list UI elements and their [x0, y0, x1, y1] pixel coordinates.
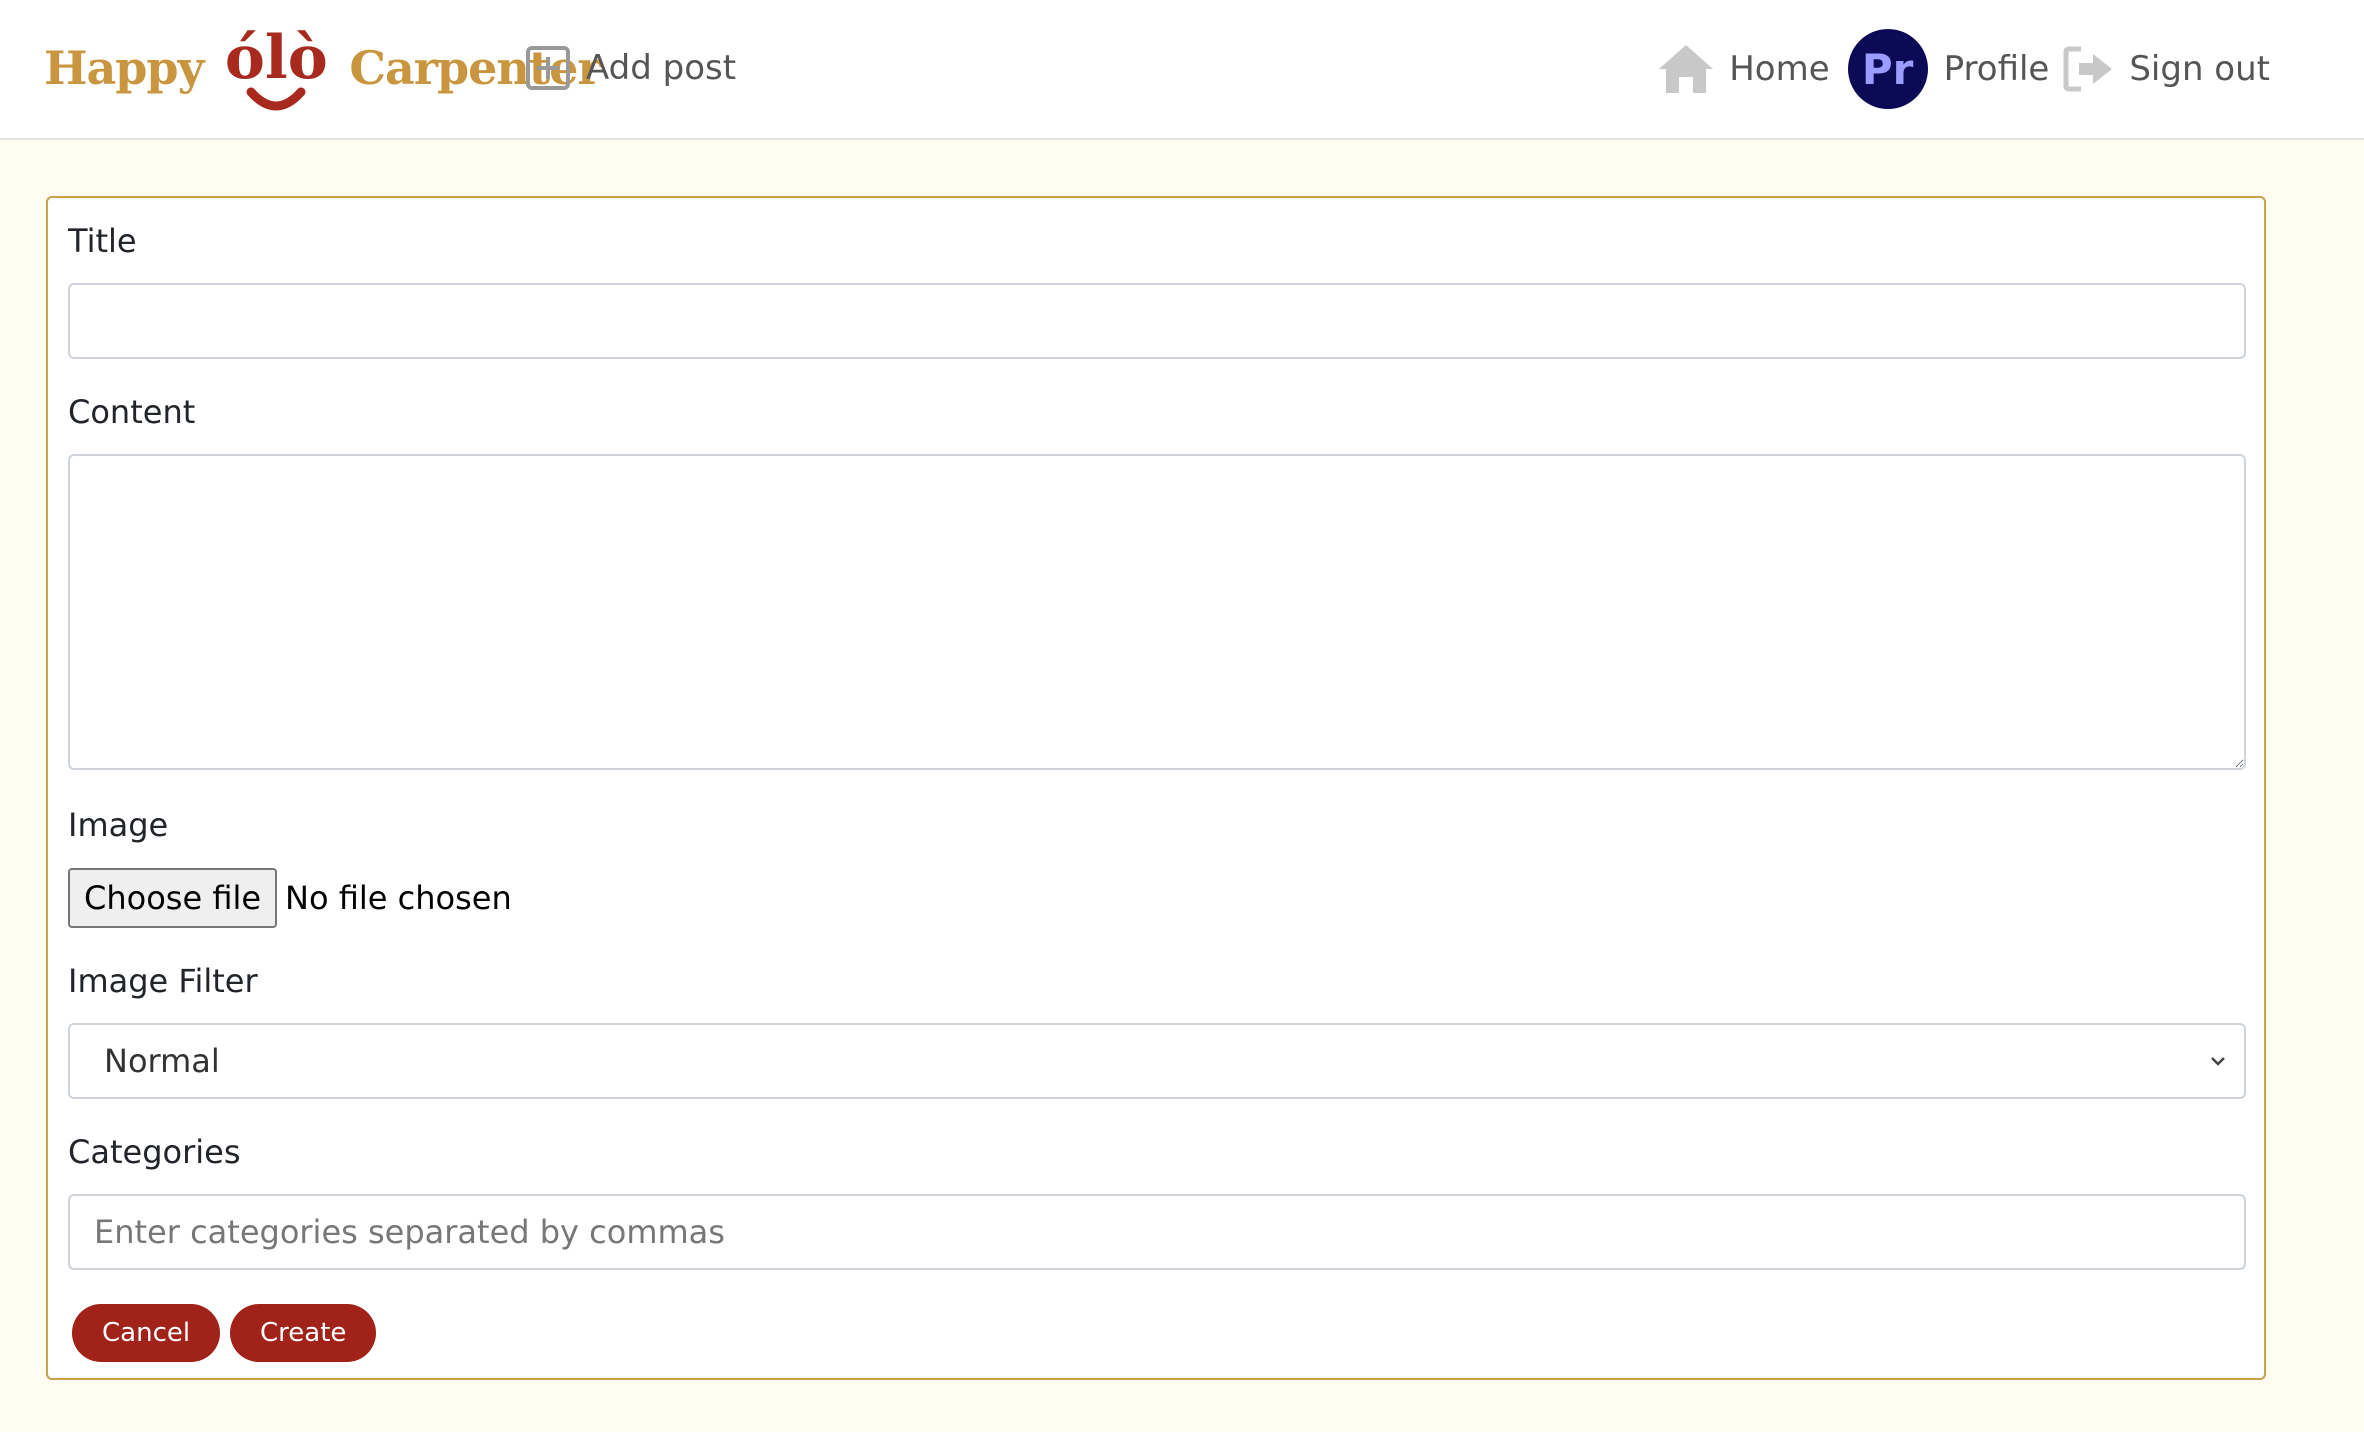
add-post-link[interactable]: Add post	[526, 44, 736, 92]
profile-link[interactable]: Pr Profile	[1830, 29, 2050, 109]
content-textarea[interactable]	[68, 454, 2246, 770]
title-label: Title	[68, 222, 137, 260]
home-icon	[1657, 43, 1715, 95]
home-link[interactable]: Home	[1657, 43, 1830, 95]
cancel-button[interactable]: Cancel	[72, 1304, 221, 1362]
plus-square-icon	[526, 44, 570, 92]
nav-right-group: Home Pr Profile Sign out	[1657, 26, 2270, 112]
profile-label: Profile	[1943, 49, 2050, 89]
avatar: Pr	[1847, 29, 1928, 109]
image-filter-label: Image Filter	[68, 962, 258, 1000]
sign-out-link[interactable]: Sign out	[2063, 45, 2270, 93]
sign-out-label: Sign out	[2129, 49, 2270, 89]
brand-smile-logo: ólò	[221, 18, 331, 118]
add-post-label: Add post	[586, 48, 737, 88]
file-status-text: No file chosen	[285, 879, 512, 917]
top-navbar: Happy ólò Carpenter Add post Home Pr Pro…	[0, 0, 2364, 140]
brand-logo-link[interactable]: Happy ólò Carpenter	[44, 18, 602, 118]
title-input[interactable]	[68, 283, 2246, 359]
brand-word-happy: Happy	[44, 41, 204, 95]
image-label: Image	[68, 806, 169, 844]
image-filter-value: Normal	[104, 1042, 220, 1080]
image-filter-select[interactable]: Normal	[68, 1023, 2246, 1099]
categories-input[interactable]	[68, 1194, 2246, 1270]
image-file-input: Choose file No file chosen	[68, 868, 512, 928]
smile-icon	[246, 87, 306, 111]
choose-file-button[interactable]: Choose file	[68, 868, 278, 928]
create-post-card: Title Content Image Choose file No file …	[46, 196, 2266, 1380]
sign-out-icon	[2063, 45, 2115, 93]
categories-label: Categories	[68, 1133, 241, 1171]
chevron-down-icon	[2204, 1047, 2232, 1079]
home-label: Home	[1729, 49, 1830, 89]
create-button[interactable]: Create	[230, 1304, 377, 1362]
content-label: Content	[68, 393, 196, 431]
